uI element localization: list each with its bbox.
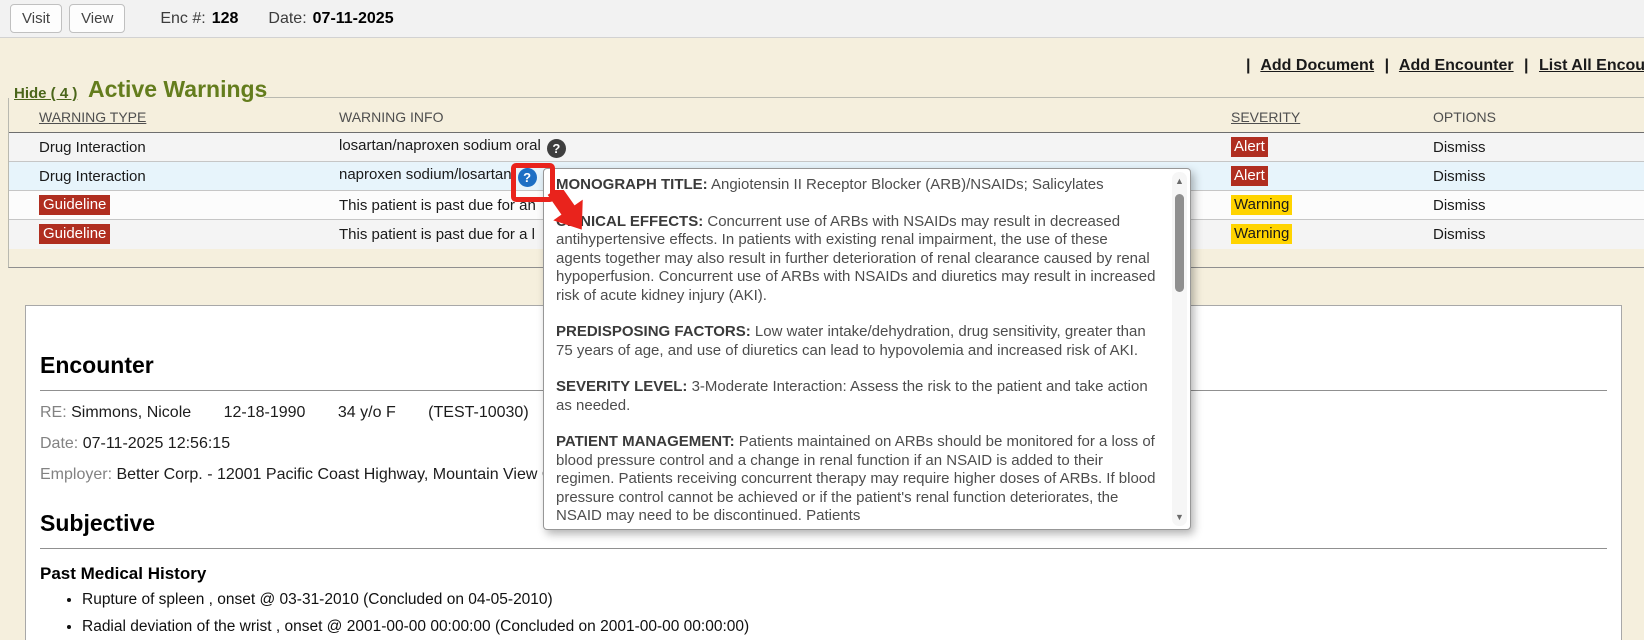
divider <box>40 548 1607 549</box>
monograph-section: PREDISPOSING FACTORS: Low water intake/d… <box>556 323 1156 360</box>
past-medical-history-heading: Past Medical History <box>40 564 1607 584</box>
encounter-number-label: Enc #: <box>160 10 205 28</box>
dismiss-link[interactable]: Dismiss <box>1433 197 1486 214</box>
patient-id: (TEST-10030) <box>428 404 528 421</box>
top-toolbar: Visit View Enc #: 128 Date: 07-11-2025 <box>0 0 1644 38</box>
encounter-number-value: 128 <box>212 10 239 28</box>
dismiss-link[interactable]: Dismiss <box>1433 226 1486 243</box>
patient-name: Simmons, Nicole <box>71 404 191 421</box>
severity-badge: Alert <box>1231 137 1268 157</box>
list-all-encounters-link[interactable]: List All Encounters <box>1539 57 1644 74</box>
re-label: RE: <box>40 404 67 421</box>
warning-info-cell: naproxen sodium/losartan <box>339 166 512 183</box>
monograph-section: CLINICAL EFFECTS: Concurrent use of ARBs… <box>556 213 1156 306</box>
encounter-datetime: 07-11-2025 12:56:15 <box>83 435 230 452</box>
add-document-link[interactable]: Add Document <box>1260 57 1374 74</box>
visit-button[interactable]: Visit <box>10 4 62 33</box>
section-label: SEVERITY LEVEL: <box>556 378 687 395</box>
annotation-arrow-icon <box>542 190 604 246</box>
add-encounter-link[interactable]: Add Encounter <box>1399 57 1514 74</box>
section-text: Angiotensin II Receptor Blocker (ARB)/NS… <box>708 176 1104 193</box>
warning-type-cell: Drug Interaction <box>39 139 146 156</box>
warnings-header-row: WARNING TYPE WARNING INFO SEVERITY OPTIO… <box>9 104 1644 133</box>
link-separator: | <box>1385 57 1389 74</box>
patient-age-sex: 34 y/o F <box>338 404 396 421</box>
section-label: PREDISPOSING FACTORS: <box>556 323 751 340</box>
help-icon[interactable]: ? <box>547 139 566 158</box>
severity-badge: Warning <box>1231 195 1292 215</box>
monograph-section: SEVERITY LEVEL: 3-Moderate Interaction: … <box>556 378 1156 415</box>
popup-scrollbar[interactable]: ▲ ▼ <box>1172 172 1187 526</box>
patient-dob: 12-18-1990 <box>224 404 306 421</box>
view-button[interactable]: View <box>69 4 125 33</box>
dismiss-link[interactable]: Dismiss <box>1433 139 1486 156</box>
monograph-section: MONOGRAPH TITLE: Angiotensin II Receptor… <box>556 176 1156 195</box>
encounter-action-links: | Add Document | Add Encounter | List Al… <box>1240 57 1644 75</box>
employer-label: Employer: <box>40 466 112 483</box>
encounter-date-value: 07-11-2025 <box>313 10 394 28</box>
encounter-date-label: Date: <box>268 10 306 28</box>
scrollbar-thumb[interactable] <box>1175 194 1184 292</box>
scroll-up-icon[interactable]: ▲ <box>1172 176 1187 186</box>
table-row: Drug Interaction losartan/naproxen sodiu… <box>9 133 1644 162</box>
warning-type-badge: Guideline <box>39 224 110 244</box>
warning-info-cell: This patient is past due for an <box>339 197 536 214</box>
column-warning-type[interactable]: WARNING TYPE <box>39 109 146 125</box>
list-item: Rupture of spleen , onset @ 03-31-2010 (… <box>82 591 1607 609</box>
drug-monograph-popup: MONOGRAPH TITLE: Angiotensin II Receptor… <box>543 168 1191 530</box>
section-label: PATIENT MANAGEMENT: <box>556 433 735 450</box>
date-label: Date: <box>40 435 78 452</box>
severity-badge: Warning <box>1231 224 1292 244</box>
warning-info-cell: This patient is past due for a l <box>339 226 535 243</box>
link-separator: | <box>1246 57 1250 74</box>
column-options: OPTIONS <box>1433 109 1496 125</box>
dismiss-link[interactable]: Dismiss <box>1433 168 1486 185</box>
column-warning-info: WARNING INFO <box>339 109 443 125</box>
severity-badge: Alert <box>1231 166 1268 186</box>
column-severity[interactable]: SEVERITY <box>1231 109 1300 125</box>
past-medical-history-list: Rupture of spleen , onset @ 03-31-2010 (… <box>82 591 1607 636</box>
link-separator: | <box>1524 57 1528 74</box>
warning-type-badge: Guideline <box>39 195 110 215</box>
monograph-section: PATIENT MANAGEMENT: Patients maintained … <box>556 433 1156 526</box>
scroll-down-icon[interactable]: ▼ <box>1172 512 1187 522</box>
list-item: Radial deviation of the wrist , onset @ … <box>82 618 1607 636</box>
employer-value: Better Corp. - 12001 Pacific Coast Highw… <box>116 466 564 483</box>
warning-info-cell: losartan/naproxen sodium oral <box>339 137 541 154</box>
warning-type-cell: Drug Interaction <box>39 168 146 185</box>
